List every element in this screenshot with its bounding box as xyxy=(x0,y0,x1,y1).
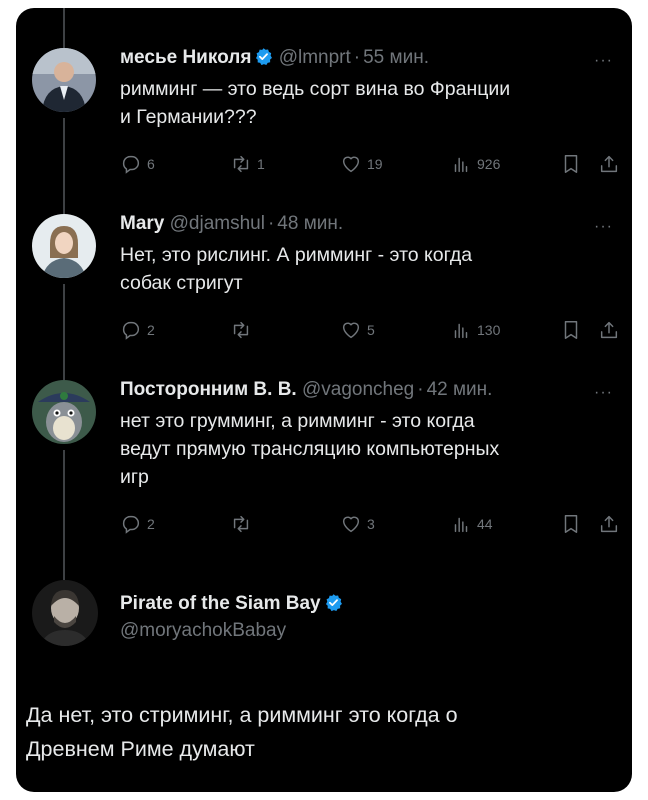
share-icon xyxy=(600,515,618,533)
main-tweet-text: Да нет, это стриминг, а римминг это когд… xyxy=(26,698,458,766)
like-button[interactable]: 3 xyxy=(340,513,375,535)
tweet-3-text-line-2: ведут прямую трансляцию компьютерных xyxy=(120,438,500,460)
tweet-1-text-line-1: римминг — это ведь сорт вина во Франции xyxy=(120,78,511,100)
bookmark-icon xyxy=(564,155,578,173)
reply-count: 2 xyxy=(147,516,155,532)
share-icon xyxy=(600,155,618,173)
reply-button[interactable]: 6 xyxy=(120,153,155,175)
tweet-1-text-line-2: и Германии??? xyxy=(120,106,257,128)
tweet-3-header: Посторонним В. В. @vagoncheg · 42 мин. xyxy=(120,378,492,402)
views-button[interactable]: 130 xyxy=(450,319,500,341)
tweet-3-author-name[interactable]: Посторонним В. В. xyxy=(120,379,297,400)
retweet-count: 1 xyxy=(257,156,265,172)
views-button[interactable]: 926 xyxy=(450,153,500,175)
reply-count: 6 xyxy=(147,156,155,172)
tweet-2-text-line-1: Нет, это рислинг. А римминг - это когда xyxy=(120,244,473,266)
retweet-button[interactable]: 1 xyxy=(230,153,265,175)
tweet-2-header: Mary @djamshul · 48 мин. xyxy=(120,212,343,236)
tweet-3-text-line-3: игр xyxy=(120,466,149,488)
tweet-1-header: месье Николя @lmnprt · 55 мин. xyxy=(120,46,429,70)
main-tweet-handle[interactable]: @moryachokBabay xyxy=(120,620,286,641)
tweet-2-handle[interactable]: @djamshul xyxy=(170,213,265,234)
tweet-3-time[interactable]: 42 мин. xyxy=(427,379,493,400)
like-count: 3 xyxy=(367,516,375,532)
tweet-1-actions: 6 1 19 926 xyxy=(120,153,620,177)
views-icon xyxy=(454,517,468,533)
tweet-2-author-name[interactable]: Mary xyxy=(120,213,164,234)
reply-icon xyxy=(122,155,140,174)
share-icon xyxy=(600,321,618,339)
tweet-1-handle[interactable]: @lmnprt xyxy=(279,47,351,68)
more-icon[interactable]: ··· xyxy=(594,219,613,235)
thread-line-top xyxy=(63,8,65,48)
thread-line-3 xyxy=(63,450,65,580)
reply-button[interactable]: 2 xyxy=(120,319,155,341)
reply-button[interactable]: 2 xyxy=(120,513,155,535)
bookmark-icon xyxy=(564,515,578,533)
retweet-icon xyxy=(233,155,249,173)
reply-count: 2 xyxy=(147,322,155,338)
avatar-tweet-3[interactable] xyxy=(32,380,96,444)
like-button[interactable]: 5 xyxy=(340,319,375,341)
like-button[interactable]: 19 xyxy=(340,153,383,175)
avatar-tweet-2[interactable] xyxy=(32,214,96,278)
tweet-1-text: римминг — это ведь сорт вина во Франции … xyxy=(120,75,510,131)
tweet-3-text: нет это грумминг, а римминг - это когда … xyxy=(120,407,499,491)
reply-icon xyxy=(122,515,140,534)
tweet-2-text-line-2: собак стригут xyxy=(120,272,243,294)
main-tweet-text-line-1: Да нет, это стриминг, а римминг это когд… xyxy=(26,703,458,727)
views-count: 926 xyxy=(477,156,501,172)
retweet-button[interactable] xyxy=(230,513,257,535)
tweet-2-dot: · xyxy=(267,213,275,234)
main-tweet-author-name[interactable]: Pirate of the Siam Bay xyxy=(120,593,321,614)
avatar-main-tweet[interactable] xyxy=(32,580,98,646)
main-tweet-text-line-2: Древнем Риме думают xyxy=(26,737,255,761)
views-count: 44 xyxy=(477,516,493,532)
retweet-button[interactable] xyxy=(230,319,257,341)
retweet-icon xyxy=(233,515,249,533)
like-count: 19 xyxy=(367,156,383,172)
bookmark-button[interactable] xyxy=(560,153,582,175)
tweet-thread-card: месье Николя @lmnprt · 55 мин. ··· римминг… xyxy=(16,8,632,792)
like-count: 5 xyxy=(367,322,375,338)
tweet-1-time[interactable]: 55 мин. xyxy=(363,47,429,68)
avatar-tweet-1[interactable] xyxy=(32,48,96,112)
heart-icon xyxy=(342,516,360,533)
more-icon[interactable]: ··· xyxy=(594,385,613,401)
tweet-2-text: Нет, это рислинг. А римминг - это когда … xyxy=(120,241,472,297)
main-tweet-name-row: Pirate of the Siam Bay xyxy=(120,592,343,616)
tweet-2-actions: 2 5 130 xyxy=(120,319,620,343)
heart-icon xyxy=(342,322,360,339)
tweet-3-actions: 2 3 44 xyxy=(120,513,620,537)
thread-line-1 xyxy=(63,118,65,214)
views-icon xyxy=(454,157,468,173)
main-tweet-handle-row: @moryachokBabay xyxy=(120,619,286,643)
tweet-3-handle[interactable]: @vagoncheg xyxy=(302,379,414,400)
verified-badge-icon xyxy=(325,594,342,612)
share-button[interactable] xyxy=(598,319,620,341)
tweet-1-dot: · xyxy=(353,47,361,68)
bookmark-button[interactable] xyxy=(560,319,582,341)
bookmark-icon xyxy=(564,321,578,339)
tweet-2-time[interactable]: 48 мин. xyxy=(277,213,343,234)
tweet-3-text-line-1: нет это грумминг, а римминг - это когда xyxy=(120,410,475,432)
thread-line-2 xyxy=(63,284,65,380)
share-button[interactable] xyxy=(598,153,620,175)
heart-icon xyxy=(342,156,360,173)
retweet-icon xyxy=(233,321,249,339)
views-icon xyxy=(454,323,468,339)
views-count: 130 xyxy=(477,322,501,338)
tweet-1-author-name[interactable]: месье Николя xyxy=(120,47,251,68)
reply-icon xyxy=(122,321,140,340)
share-button[interactable] xyxy=(598,513,620,535)
more-icon[interactable]: ··· xyxy=(594,53,613,69)
views-button[interactable]: 44 xyxy=(450,513,493,535)
bookmark-button[interactable] xyxy=(560,513,582,535)
tweet-3-dot: · xyxy=(417,379,424,400)
verified-badge-icon xyxy=(256,48,273,66)
